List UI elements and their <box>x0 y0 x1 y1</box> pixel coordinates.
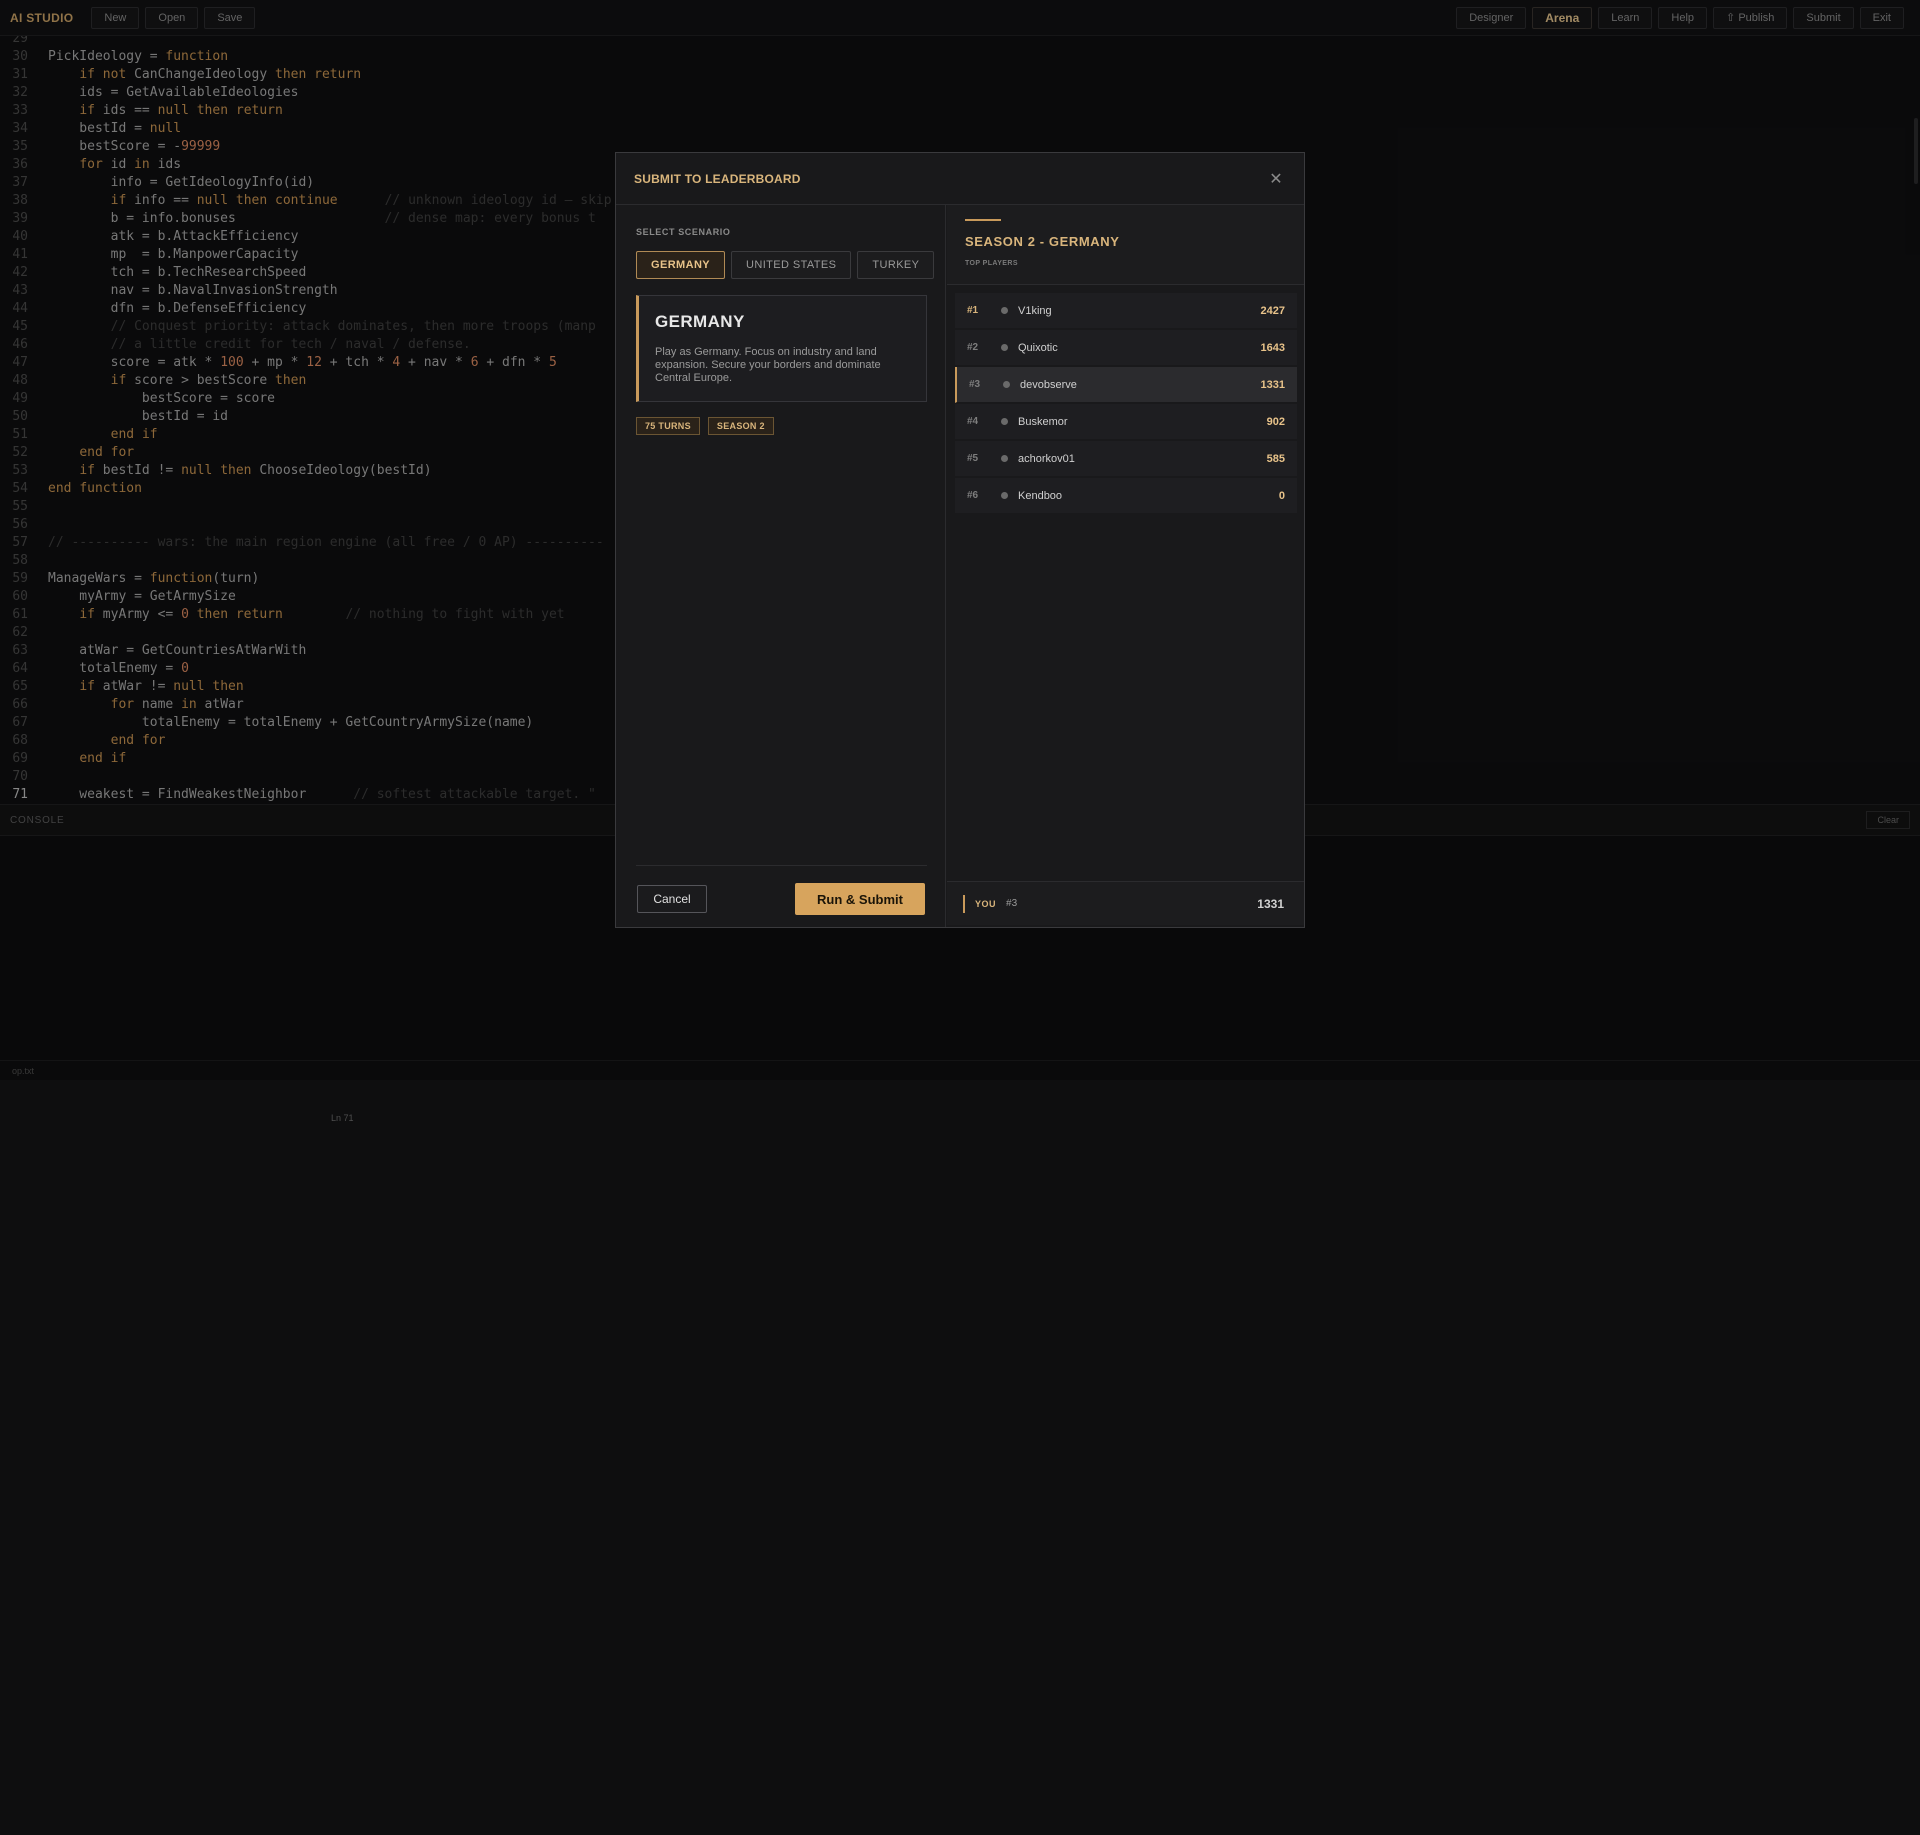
status-dot-icon <box>1001 307 1008 314</box>
status-dot-icon <box>1001 344 1008 351</box>
you-rank: #3 <box>1006 898 1018 909</box>
player-score: 2427 <box>1260 304 1285 317</box>
you-score: 1331 <box>1257 896 1284 911</box>
status-dot-icon <box>1003 381 1010 388</box>
player-score: 585 <box>1266 452 1285 465</box>
season-badge: SEASON 2 <box>707 417 774 435</box>
player-rank: #3 <box>969 379 981 390</box>
leaderboard-title: SEASON 2 - GERMANY <box>965 234 1120 249</box>
header-accent <box>965 219 1001 221</box>
player-score: 1331 <box>1260 378 1285 391</box>
modal-header: SUBMIT TO LEADERBOARD ✕ <box>616 153 1304 205</box>
player-score: 0 <box>1278 489 1285 502</box>
player-name: devobserve <box>1020 378 1077 391</box>
player-name: Buskemor <box>1018 415 1068 428</box>
leaderboard-row[interactable]: #6 Kendboo 0 <box>955 478 1297 514</box>
status-dot-icon <box>1001 455 1008 462</box>
scenario-description: Play as Germany. Focus on industry and l… <box>655 346 881 384</box>
status-dot-icon <box>1001 492 1008 499</box>
leaderboard-row[interactable]: #3 devobserve 1331 <box>955 367 1297 403</box>
you-label: YOU <box>975 898 997 909</box>
scenario-tags: 75 TURNS SEASON 2 <box>636 417 782 435</box>
player-rank: #1 <box>967 305 979 316</box>
close-icon[interactable]: ✕ <box>1266 169 1286 189</box>
player-rank: #6 <box>967 490 979 501</box>
submit-modal: SUBMIT TO LEADERBOARD ✕ SELECT SCENARIO … <box>615 152 1305 928</box>
player-name: achorkov01 <box>1018 452 1075 465</box>
you-accent <box>963 894 965 913</box>
scenario-tabs: GERMANY UNITED STATES TURKEY <box>636 251 940 279</box>
player-rank: #5 <box>967 453 979 464</box>
select-scenario-label: SELECT SCENARIO <box>636 227 731 237</box>
leaderboard-row[interactable]: #1 V1king 2427 <box>955 293 1297 329</box>
tab-turkey[interactable]: TURKEY <box>857 251 935 279</box>
tab-germany[interactable]: GERMANY <box>636 251 726 279</box>
player-name: Quixotic <box>1018 341 1058 354</box>
cancel-button[interactable]: Cancel <box>637 885 707 913</box>
scenario-card: GERMANY Play as Germany. Focus on indust… <box>636 295 927 402</box>
player-name: Kendboo <box>1018 489 1063 502</box>
scenario-title: GERMANY <box>655 312 745 331</box>
run-submit-button[interactable]: Run & Submit <box>795 883 925 915</box>
turns-badge: 75 TURNS <box>636 417 700 435</box>
status-dot-icon <box>1001 418 1008 425</box>
leaderboard-row[interactable]: #2 Quixotic 1643 <box>955 330 1297 366</box>
player-score: 1643 <box>1260 341 1285 354</box>
leaderboard-row[interactable]: #4 Buskemor 902 <box>955 404 1297 440</box>
tab-united-states[interactable]: UNITED STATES <box>731 251 852 279</box>
leaderboard-row[interactable]: #5 achorkov01 585 <box>955 441 1297 477</box>
player-rank: #4 <box>967 416 979 427</box>
leaderboard-subtitle: TOP PLAYERS <box>965 260 1018 267</box>
leaderboard-panel: SEASON 2 - GERMANY TOP PLAYERS #1 V1king 2… <box>947 205 1304 927</box>
player-score: 902 <box>1266 415 1285 428</box>
leaderboard-header: SEASON 2 - GERMANY TOP PLAYERS <box>947 205 1304 285</box>
modal-title: SUBMIT TO LEADERBOARD <box>634 171 801 186</box>
player-rank: #2 <box>967 342 979 353</box>
status-position: Ln 71 <box>331 1113 354 1123</box>
leaderboard-list: #1 V1king 2427 #2 Quixotic 1643 #3 devobserve 13… <box>955 293 1297 515</box>
your-rank-footer: YOU #3 1331 <box>947 881 1304 925</box>
footer-divider <box>636 865 927 866</box>
player-name: V1king <box>1018 304 1052 317</box>
scenario-panel: SELECT SCENARIO GERMANY UNITED STATES TU… <box>616 205 946 927</box>
